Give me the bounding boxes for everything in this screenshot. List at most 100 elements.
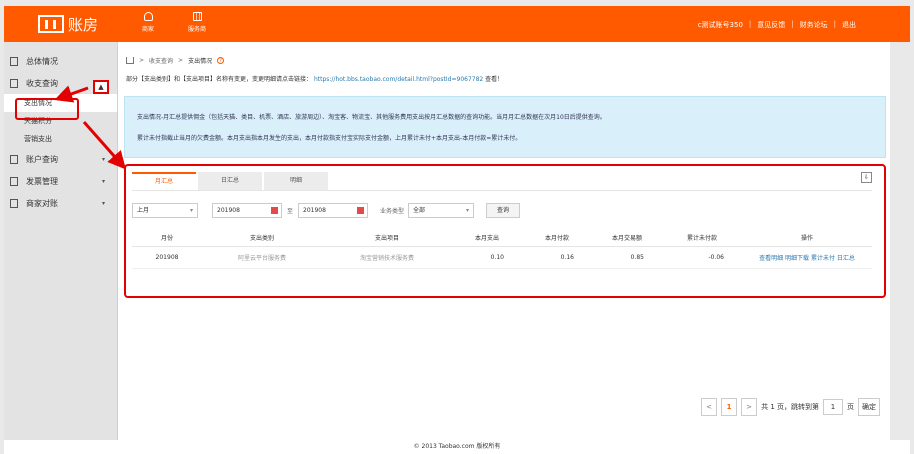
sidebar-item-reconcile[interactable]: 商家对账 ▾ <box>4 192 117 214</box>
cell-item: 淘宝营销技术服务费 <box>322 246 452 269</box>
top-bar: 账房 商家 服务商 c测试账号350 | 意见反馈 | 财务论坛 | 退出 <box>4 6 910 42</box>
invoice-icon <box>10 176 18 186</box>
breadcrumb-current: 支出情况 <box>188 58 213 65</box>
col-item: 支出项目 <box>322 230 452 247</box>
info-line: 支出情况-月汇总提供佣金（包括天猫、类目、机票、酒店、旅游周边）、淘宝客、物流宝… <box>137 114 606 121</box>
tab-bar: 月汇总 日汇总 明细 <box>132 172 330 190</box>
forum-link[interactable]: 财务论坛 <box>800 20 828 30</box>
footer: © 2013 Taobao.com 版权所有 <box>4 440 910 454</box>
cell-spend: 0.10 <box>452 246 522 269</box>
info-box: 支出情况-月汇总提供佣金（包括天猫、类目、机票、酒店、旅游周边）、淘宝客、物流宝… <box>124 96 886 158</box>
calendar-icon[interactable] <box>271 206 278 214</box>
top-links: c测试账号350 | 意见反馈 | 财务论坛 | 退出 <box>698 20 856 30</box>
period-select[interactable]: 上月 ▾ <box>132 202 198 218</box>
divider: | <box>833 20 836 28</box>
grid-icon <box>192 12 202 21</box>
sidebar-item-label: 总体情况 <box>26 56 58 66</box>
sidebar-item-invoice[interactable]: 发票管理 ▾ <box>4 170 117 192</box>
period-value: 上月 <box>137 206 150 214</box>
sidebar-item-overview[interactable]: 总体情况 <box>4 50 117 72</box>
breadcrumb-level1[interactable]: 收支查询 <box>149 56 173 65</box>
account-link[interactable]: c测试账号350 <box>698 20 743 30</box>
expense-panel: 月汇总 日汇总 明细 ⇩ 上月 ▾ 201908 至 201908 业务类型 全… <box>124 164 886 298</box>
cell-paid: 0.16 <box>522 246 592 269</box>
logo[interactable]: 账房 <box>38 14 98 34</box>
logo-text: 账房 <box>68 15 99 34</box>
sidebar-sub-marketing[interactable]: 营销支出 <box>4 130 117 148</box>
query-button[interactable]: 查询 <box>486 202 521 218</box>
breadcrumb: > 收支查询 > 支出情况 ? <box>126 56 225 65</box>
expense-table: 月份 支出类别 支出项目 本月支出 本月付款 本月交易额 累计未付款 操作 20… <box>132 230 872 269</box>
logo-icon <box>38 15 64 33</box>
col-unpaid: 累计未付款 <box>662 230 742 247</box>
user-icon <box>143 12 153 21</box>
overview-icon <box>10 56 18 66</box>
page-total-text: 共 1 页，跳转到第 <box>761 403 819 411</box>
date-to-value: 201908 <box>303 206 326 214</box>
biz-type-label: 业务类型 <box>380 207 405 215</box>
biz-type-value: 全部 <box>413 206 426 214</box>
sidebar-item-label: 发票管理 <box>26 176 58 186</box>
tab-detail[interactable]: 明细 <box>264 172 328 190</box>
sidebar-item-label: 收支查询 <box>26 78 58 88</box>
cell-month: 201908 <box>132 246 202 269</box>
col-spend: 本月支出 <box>452 230 522 247</box>
col-category: 支出类别 <box>202 230 322 247</box>
divider: | <box>748 20 752 28</box>
collapse-button[interactable]: ▲ <box>93 80 109 94</box>
notice-link[interactable]: https://hot.bbs.taobao.com/detail.html?p… <box>314 76 483 83</box>
tab-daily[interactable]: 日汇总 <box>198 172 262 190</box>
nav-merchant-label: 商家 <box>142 26 155 33</box>
notice-suffix: 查看！ <box>485 76 504 83</box>
biz-type-select[interactable]: 全部 ▾ <box>408 202 475 218</box>
info-line: 累计未付指截止当月的欠费金额。本月支出指本月发生的支出，本月付款指支付宝实际支付… <box>137 135 522 142</box>
chevron-down-icon: ▾ <box>466 206 470 214</box>
col-month: 月份 <box>132 230 202 247</box>
page-unit: 页 <box>847 403 854 411</box>
prev-page-button[interactable]: < <box>701 398 718 416</box>
table-row: 201908 阿里云平台服务费 淘宝营销技术服务费 0.10 0.16 0.85… <box>132 246 872 269</box>
breadcrumb-sep: > <box>178 57 184 64</box>
home-icon[interactable] <box>126 57 134 64</box>
nav-provider-label: 服务商 <box>188 26 207 33</box>
divider: | <box>791 20 794 28</box>
next-page-button[interactable]: > <box>741 398 758 416</box>
cell-unpaid: -0.06 <box>662 246 742 269</box>
calendar-icon[interactable] <box>357 206 365 214</box>
cell-trade: 0.85 <box>592 246 662 269</box>
page-jump-input[interactable]: 1 <box>823 399 843 415</box>
nav-merchant[interactable]: 商家 <box>142 12 154 33</box>
notice: 部分【支出类别】和【支出项目】名称有变更，变更明细请点击链接： https://… <box>126 74 503 83</box>
date-to-field[interactable]: 201908 <box>298 202 369 218</box>
main-content: > 收支查询 > 支出情况 ? 部分【支出类别】和【支出项目】名称有变更，变更明… <box>118 42 890 440</box>
col-trade: 本月交易额 <box>592 230 662 247</box>
chevron-up-icon: ▲ <box>98 83 104 91</box>
feedback-link[interactable]: 意见反馈 <box>757 20 785 30</box>
chevron-down-icon: ▾ <box>189 206 193 214</box>
tab-monthly[interactable]: 月汇总 <box>132 172 196 190</box>
sidebar-item-account-query[interactable]: 账户查询 ▾ <box>4 148 117 170</box>
nav-provider[interactable]: 服务商 <box>188 12 206 33</box>
page-number[interactable]: 1 <box>721 398 738 416</box>
table-header-row: 月份 支出类别 支出项目 本月支出 本月付款 本月交易额 累计未付款 操作 <box>132 230 872 247</box>
date-to-label: 至 <box>287 207 294 215</box>
date-from-value: 201908 <box>217 206 240 214</box>
cell-ops-links[interactable]: 查看明细 明细下载 累计未付 日汇总 <box>742 246 872 269</box>
chevron-down-icon: ▾ <box>101 155 105 163</box>
sidebar-sub-label: 营销支出 <box>24 135 52 143</box>
col-paid: 本月付款 <box>522 230 592 247</box>
date-from-field[interactable]: 201908 <box>212 202 282 218</box>
account-icon <box>10 154 18 164</box>
help-icon[interactable]: ? <box>217 57 225 64</box>
pagination: < 1 > 共 1 页，跳转到第 1 页 确定 <box>701 398 880 416</box>
sidebar-item-label: 账户查询 <box>26 154 58 164</box>
download-icon[interactable]: ⇩ <box>861 172 872 183</box>
col-ops: 操作 <box>742 230 872 247</box>
doc-icon <box>10 78 18 88</box>
logout-link[interactable]: 退出 <box>842 20 856 30</box>
confirm-button[interactable]: 确定 <box>858 398 880 416</box>
filter-bar: 上月 ▾ 201908 至 201908 业务类型 全部 ▾ 查询 <box>132 202 521 218</box>
tab-divider <box>132 190 872 191</box>
chevron-down-icon: ▾ <box>101 177 105 185</box>
chevron-down-icon: ▾ <box>101 199 105 207</box>
